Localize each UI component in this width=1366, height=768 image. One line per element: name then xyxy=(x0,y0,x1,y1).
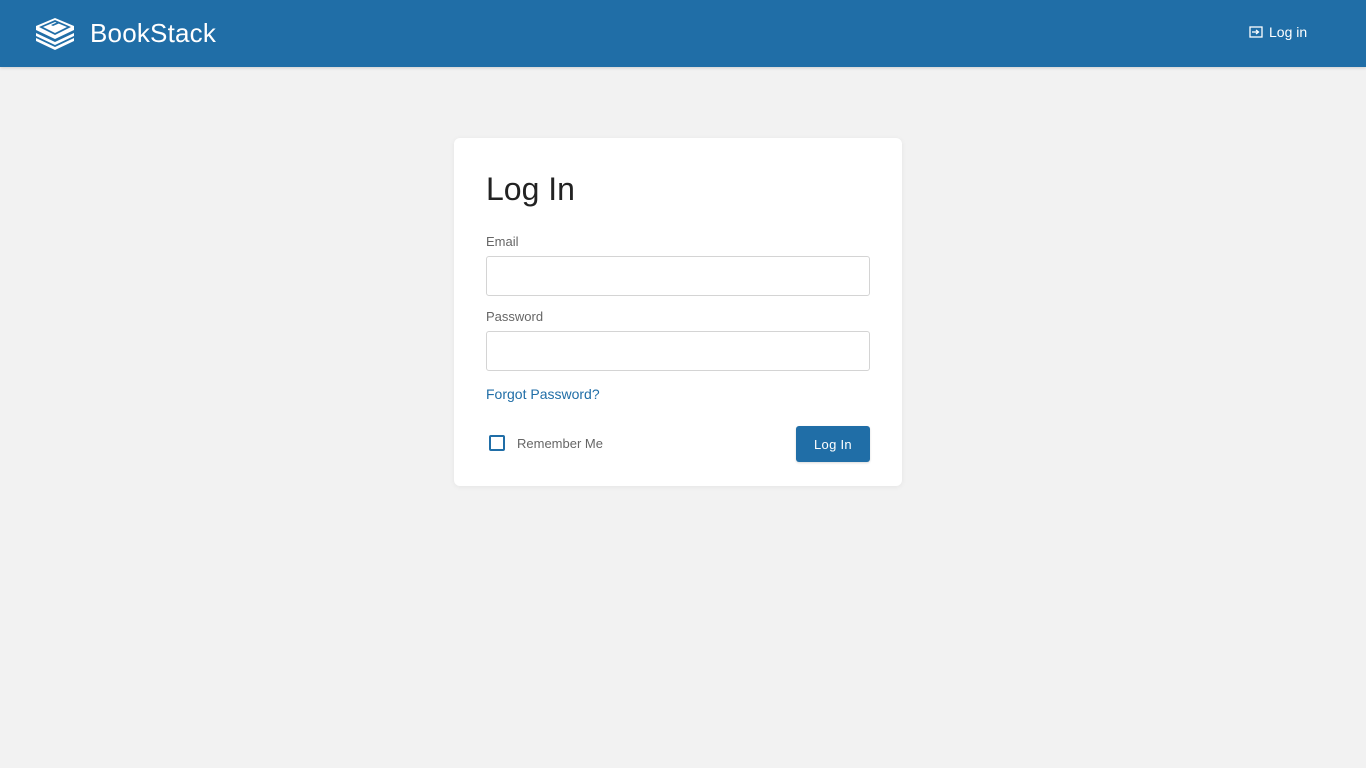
header-login-label: Log in xyxy=(1269,24,1308,40)
forgot-password-link[interactable]: Forgot Password? xyxy=(486,386,600,402)
remember-me-checkbox[interactable] xyxy=(489,435,505,451)
remember-me-toggle[interactable]: Remember Me xyxy=(489,435,603,451)
remember-me-label: Remember Me xyxy=(517,435,603,451)
password-field[interactable] xyxy=(486,331,870,371)
email-field[interactable] xyxy=(486,256,870,296)
app-name: BookStack xyxy=(90,17,217,48)
login-submit-button[interactable]: Log In xyxy=(796,426,870,462)
top-header: BookStack Log in xyxy=(0,0,1366,67)
email-label: Email xyxy=(486,234,519,249)
header-login-link[interactable]: Log in xyxy=(1249,24,1307,40)
bookstack-logo-icon xyxy=(36,18,74,50)
logo-link[interactable]: BookStack xyxy=(34,14,216,52)
password-label: Password xyxy=(486,309,544,324)
login-card: Log In Email Password Forgot Password? R… xyxy=(454,138,902,486)
page-title: Log In xyxy=(486,171,575,207)
login-icon xyxy=(1249,26,1263,38)
